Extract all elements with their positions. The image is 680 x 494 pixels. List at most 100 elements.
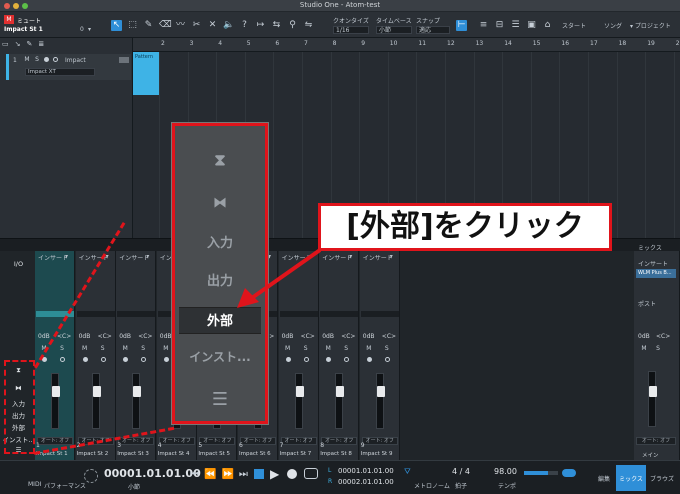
forward-end-icon[interactable]: ⏭ [239,469,248,480]
master-solo-button[interactable]: S [654,345,662,353]
tempo-display[interactable]: 98.00 [494,467,517,476]
channel-name[interactable]: Impact St 9 [361,451,399,457]
loop-tool-icon[interactable]: ⇆ [271,20,282,31]
snap-toggle-icon[interactable]: ⊢ [456,20,467,31]
snap-select[interactable]: 適応 [416,26,450,34]
channel-solo-button[interactable]: S [139,345,147,353]
channel-pan[interactable]: <C> [138,333,152,340]
inspector-icon[interactable]: ▣ [526,20,537,31]
record-arm-icon[interactable] [123,357,129,362]
track-name[interactable]: Impact [65,57,86,64]
pattern-clip[interactable]: Pattern [133,52,159,95]
edit-tab[interactable]: 編集 [598,474,610,483]
ripple-edit-icon[interactable]: ≡ [478,20,489,31]
channel-mute-button[interactable]: M [121,345,129,353]
list-icon[interactable]: ≣ [38,40,44,50]
master-automation[interactable]: オート: オフ [636,437,676,445]
browse-tab[interactable]: ブラウズ [650,474,674,483]
channel-solo-button[interactable]: S [342,345,350,353]
mix-tab[interactable]: ミックス [616,465,646,491]
monitor-icon[interactable] [303,357,309,362]
record-arm-icon[interactable] [163,357,169,362]
chevron-down-icon[interactable]: ▾ [88,26,91,33]
metronome-icon[interactable]: ⛛ [404,467,411,477]
split-tool-icon[interactable]: ✂ [191,20,202,31]
channel-solo-button[interactable]: S [383,345,391,353]
split-view-icon[interactable]: ⊟ [494,20,505,31]
channel-solo-button[interactable]: S [302,345,310,353]
arrow-tool-icon[interactable]: ↖ [111,20,122,31]
start-tab[interactable]: スタート [562,21,586,30]
fader-cap[interactable] [295,386,304,397]
channel-strip[interactable]: インサート ▾ 0dB <C> M S オート: オフ 2 Impact St 2 [75,251,116,461]
insert-label[interactable]: インサート [322,253,352,262]
instrument-select[interactable]: Impact XT [25,68,95,76]
channel-name[interactable]: Impact St 8 [320,451,358,457]
listen-tool-icon[interactable]: 🔈 [223,20,234,31]
master-plugin-slot[interactable]: WLM Plus B... [636,269,676,278]
time-signature[interactable]: 4 / 4 [452,467,470,476]
edit-icon[interactable]: ✎ [27,40,33,50]
track-panel-icon[interactable]: ▭ [2,40,9,50]
selected-track-name[interactable]: Impact St 1 [4,26,43,33]
channel-pan[interactable]: <C> [57,333,71,340]
quantize-select[interactable]: 1/16 [333,26,369,34]
position-display[interactable]: 00001.01.01.00 [104,467,201,480]
record-arm-icon[interactable] [326,357,332,362]
channel-mute-button[interactable]: M [324,345,332,353]
timebase-select[interactable]: 小節 [376,26,412,34]
paint-tool-icon[interactable]: 〰 [175,20,186,31]
channel-pan[interactable]: <C> [382,333,396,340]
channel-strip[interactable]: インサート ▾ 0dB <C> M S オート: オフ 3 Impact St 3 [116,251,157,461]
loop-start-display[interactable]: 00001.01.01.00 [338,467,394,475]
insert-label[interactable]: インサート [38,253,68,262]
rewind-start-icon[interactable]: ⏮ [190,469,199,480]
channel-strip[interactable]: インサート ▾ 0dB <C> M S オート: オフ 8 Impact St 8 [319,251,360,461]
track-mute-button[interactable]: M [23,56,31,64]
master-pan[interactable]: <C> [656,333,670,340]
channel-mute-button[interactable]: M [81,345,89,353]
zoom-tool-icon[interactable]: ⚲ [287,20,298,31]
chevron-down-icon[interactable]: ▾ [349,253,352,260]
loop-button[interactable] [304,468,318,479]
loop-end-display[interactable]: 00002.01.01.00 [338,478,394,486]
project-tab[interactable]: ▾ プロジェクト [630,21,671,30]
toggle-switch[interactable] [562,469,576,477]
channel-pan[interactable]: <C> [341,333,355,340]
song-tab[interactable]: ソング [604,21,622,30]
channel-name[interactable]: Impact St 4 [158,451,196,457]
automation-icon[interactable]: ↘ [15,40,21,50]
fader-cap[interactable] [133,386,142,397]
volume-slider[interactable] [524,471,558,475]
fast-forward-icon[interactable]: ⏩ [221,469,233,480]
channel-fader[interactable] [91,373,101,429]
master-fader[interactable] [648,371,657,427]
channel-name[interactable]: Impact St 7 [280,451,318,457]
record-arm-icon[interactable] [366,357,372,362]
bend-tool-icon[interactable]: ↦ [255,20,266,31]
chevron-down-icon[interactable]: ▾ [390,253,393,260]
sync-icon[interactable] [84,469,98,483]
master-mute-button[interactable]: M [640,345,648,353]
eraser-tool-icon[interactable]: ⌫ [159,20,172,31]
monitor-icon[interactable] [100,357,106,362]
fader-cap[interactable] [336,386,345,397]
help-icon[interactable]: ? [239,20,250,31]
pencil-tool-icon[interactable]: ✎ [143,20,154,31]
mute-tool-icon[interactable]: ✕ [207,20,218,31]
monitor-icon[interactable] [53,57,58,62]
io-label[interactable]: I/O [2,260,35,268]
channel-strip[interactable]: インサート ▾ 0dB <C> M S オート: オフ 9 Impact St 9 [359,251,400,461]
record-arm-icon[interactable] [285,357,291,362]
track-row[interactable]: 1 M S Impact Impact XT [6,54,131,80]
fader-cap[interactable] [376,386,385,397]
channel-solo-button[interactable]: S [58,345,66,353]
monitor-icon[interactable] [141,357,147,362]
channel-solo-button[interactable]: S [99,345,107,353]
master-insert-label[interactable]: インサート [638,259,668,268]
channel-mute-button[interactable]: M [284,345,292,353]
chevron-down-icon[interactable]: ▾ [146,253,149,260]
channel-mute-button[interactable]: M [365,345,373,353]
record-arm-icon[interactable] [44,57,49,62]
monitor-icon[interactable] [344,357,350,362]
